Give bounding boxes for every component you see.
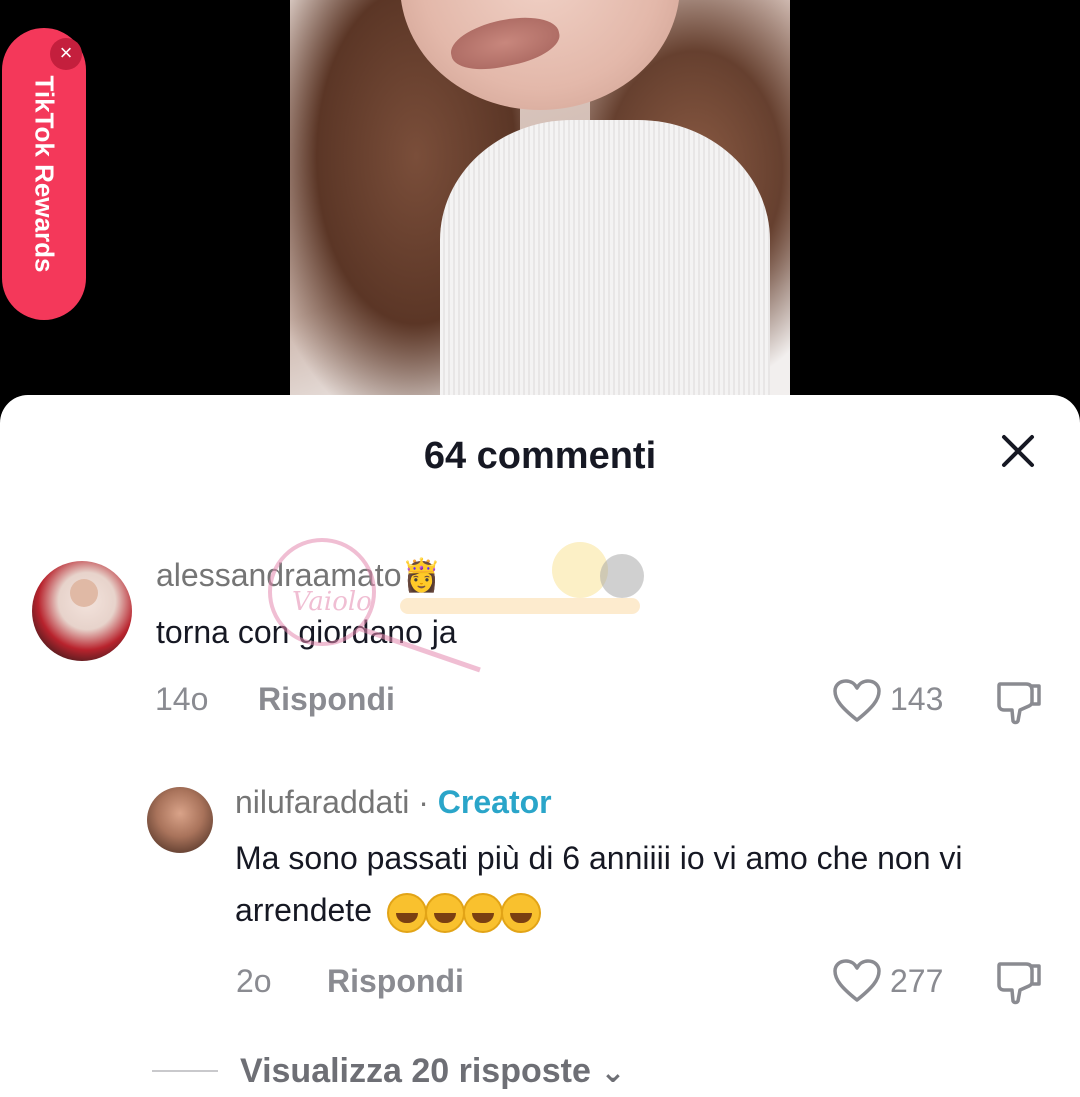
avatar-face xyxy=(70,579,98,607)
heart-icon[interactable] xyxy=(832,678,882,724)
thumbs-down-icon[interactable] xyxy=(994,956,1044,1006)
like-count: 277 xyxy=(890,963,944,999)
tiktok-rewards-button[interactable]: TikTok Rewards xyxy=(2,28,86,320)
view-replies-button[interactable]: Visualizza 20 risposte ⌄ xyxy=(240,1052,625,1091)
separator: · xyxy=(409,784,438,820)
close-icon[interactable] xyxy=(998,431,1038,471)
comment-text: torna con giordano ja xyxy=(156,614,457,650)
rewards-close-icon[interactable]: × xyxy=(50,38,82,70)
view-replies-label: Visualizza 20 risposte xyxy=(240,1052,591,1090)
creator-badge: Creator xyxy=(437,784,552,820)
comment-text-content: Ma sono passati più di 6 anniiii io vi a… xyxy=(235,840,963,928)
username-text: nilufaraddati xyxy=(235,784,410,820)
video-frame[interactable] xyxy=(290,0,790,400)
replies-divider xyxy=(152,1070,218,1072)
avatar[interactable] xyxy=(32,561,132,661)
username-text: alessandraamato xyxy=(156,557,402,593)
thumbs-down-icon[interactable] xyxy=(994,676,1044,726)
video-white-top xyxy=(440,120,770,400)
like-count: 143 xyxy=(890,681,944,717)
comment-text: Ma sono passati più di 6 anniiii io vi a… xyxy=(235,832,1035,936)
crown-emoji-icon: 👸 xyxy=(401,557,442,593)
comment-username[interactable]: alessandraamato👸 xyxy=(156,556,441,594)
avatar[interactable] xyxy=(147,787,213,853)
comment-time: 14o xyxy=(155,681,209,717)
comment-username[interactable]: nilufaraddati · Creator xyxy=(235,784,552,821)
chevron-down-icon: ⌄ xyxy=(600,1056,626,1089)
comments-title: 64 commenti xyxy=(423,435,657,477)
reply-button[interactable]: Rispondi xyxy=(327,963,464,1000)
tiktok-rewards-label: TikTok Rewards xyxy=(29,75,60,273)
comment-time: 2o xyxy=(236,963,272,999)
reply-button[interactable]: Rispondi xyxy=(258,681,395,718)
laughing-emoji-icon xyxy=(386,892,541,933)
heart-icon[interactable] xyxy=(832,958,882,1004)
